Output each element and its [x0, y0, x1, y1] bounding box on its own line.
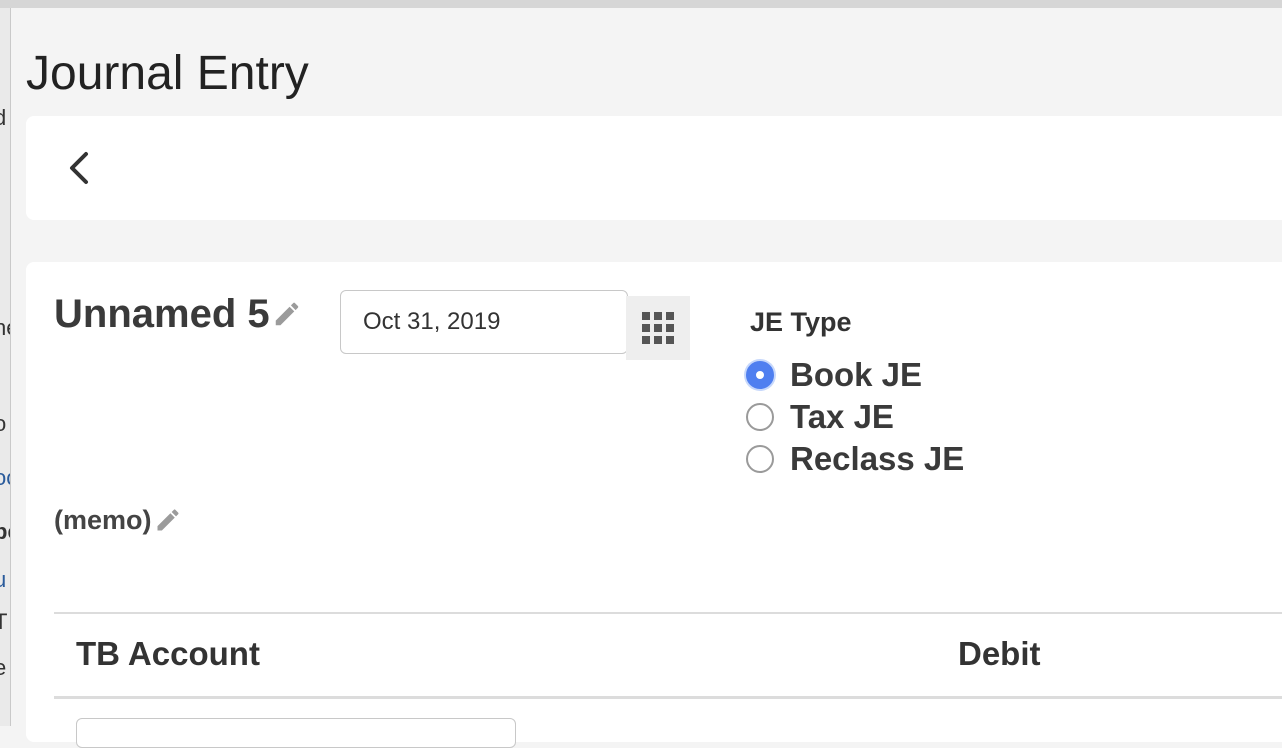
edge-link-fragment[interactable]: u — [0, 568, 6, 592]
radio-button[interactable] — [746, 403, 774, 431]
page-title: Journal Entry — [26, 47, 309, 100]
column-header-debit: Debit — [958, 635, 1041, 672]
table-header-divider — [54, 696, 1282, 699]
entry-name-group: Unnamed 5 — [54, 290, 302, 338]
radio-label: Tax JE — [790, 398, 894, 435]
date-input[interactable] — [340, 290, 628, 354]
radio-button[interactable] — [746, 445, 774, 473]
radio-label: Book JE — [790, 356, 923, 393]
radio-option-tax-je[interactable]: Tax JE — [746, 397, 894, 437]
entry-name: Unnamed 5 — [54, 292, 270, 336]
calendar-button[interactable] — [626, 296, 690, 360]
radio-option-reclass-je[interactable]: Reclass JE — [746, 439, 964, 479]
radio-label: Reclass JE — [790, 440, 965, 477]
edge-link-fragment[interactable]: oc — [0, 466, 10, 490]
calendar-grid-icon — [642, 312, 674, 344]
radio-option-book-je[interactable]: Book JE — [746, 355, 922, 395]
column-header-tb-account: TB Account — [76, 635, 260, 672]
memo-text: (memo) — [54, 505, 152, 535]
edge-text-fragment: be — [0, 520, 10, 544]
memo-group: (memo) — [54, 502, 182, 538]
edge-text-fragment: T — [0, 610, 7, 634]
je-type-label: JE Type — [750, 307, 852, 337]
window-top-strip — [0, 0, 1282, 8]
edge-text-fragment: d — [0, 106, 6, 130]
table-top-divider — [54, 612, 1282, 614]
toolbar-card — [26, 116, 1282, 220]
radio-button-selected[interactable] — [746, 361, 774, 389]
background-window-edge: d he o oc be u T e — [0, 8, 11, 726]
edit-name-pencil-icon[interactable] — [270, 299, 302, 329]
chevron-left-icon — [70, 152, 88, 184]
edge-text-fragment: o — [0, 412, 6, 436]
edge-text-fragment: e — [0, 656, 6, 680]
back-button[interactable] — [56, 144, 100, 192]
edge-text-fragment: he — [0, 316, 10, 340]
edit-memo-pencil-icon[interactable] — [152, 506, 182, 534]
tb-account-select[interactable] — [76, 718, 516, 748]
